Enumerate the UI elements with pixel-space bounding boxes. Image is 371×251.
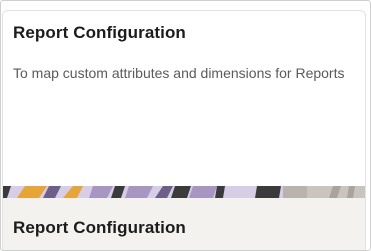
report-configuration-card[interactable]: Report Configuration To map custom attri… — [2, 10, 366, 250]
decorative-pattern-banner — [3, 186, 365, 198]
footer-title: Report Configuration — [13, 218, 186, 237]
tile-frame: Report Configuration To map custom attri… — [0, 0, 371, 251]
card-footer: Report Configuration — [3, 198, 365, 250]
card-description: To map custom attributes and dimensions … — [13, 65, 345, 81]
card-title: Report Configuration — [13, 23, 186, 42]
